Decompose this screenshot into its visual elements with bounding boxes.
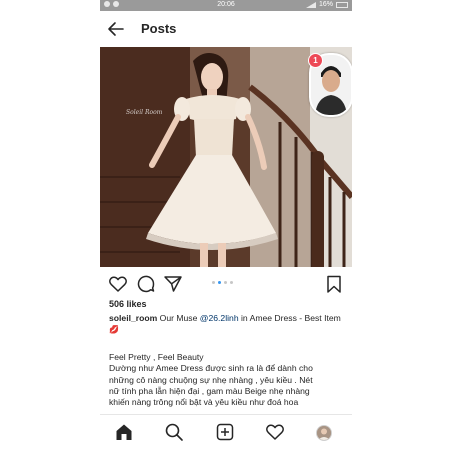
like-count[interactable]: 506 likes xyxy=(109,299,147,309)
description-line: những cô nàng chuộng sự nhẹ nhàng , yêu … xyxy=(109,374,313,385)
bottom-navigation xyxy=(100,414,352,450)
battery-percent: 16% xyxy=(318,1,333,8)
description-line: khiến nàng trông nổi bật và yêu kiều như… xyxy=(109,397,299,408)
battery-icon xyxy=(336,1,348,8)
post-actions-bar xyxy=(100,271,352,297)
photo-watermark: Soleil Room xyxy=(126,109,163,116)
profile-avatar[interactable] xyxy=(316,425,332,441)
search-icon[interactable] xyxy=(164,422,184,442)
page-title: Posts xyxy=(141,21,177,36)
carousel-dot xyxy=(212,281,215,284)
carousel-indicator xyxy=(212,281,233,284)
phone-screen: 20:06 16% Posts Soleil Room 1 506 likes … xyxy=(100,0,352,450)
share-paper-plane-icon[interactable] xyxy=(163,274,183,294)
story-count-badge: 1 xyxy=(308,53,323,68)
status-bar: 20:06 16% xyxy=(100,0,352,11)
like-heart-icon[interactable] xyxy=(108,274,128,294)
profile-avatar-image xyxy=(317,426,331,440)
caption-username[interactable]: soleil_room xyxy=(109,313,157,323)
caption-text: in Amee Dress - Best Item xyxy=(240,313,341,323)
save-bookmark-icon[interactable] xyxy=(324,274,344,294)
caption-text: Our Muse xyxy=(159,313,198,323)
post-description: Feel Pretty , Feel Beauty Dường như Amee… xyxy=(109,352,349,408)
top-bar: Posts xyxy=(100,11,352,48)
back-arrow-icon[interactable] xyxy=(106,19,126,39)
carousel-dot-active xyxy=(218,281,221,284)
home-icon[interactable] xyxy=(114,422,134,442)
carousel-dot xyxy=(230,281,233,284)
activity-heart-icon[interactable] xyxy=(265,422,285,442)
description-line: Dường như Amee Dress được sinh ra là để … xyxy=(109,363,313,374)
description-heading: Feel Pretty , Feel Beauty xyxy=(109,352,204,362)
carousel-dot xyxy=(224,281,227,284)
description-line: nữ tính pha lẫn hiện đại , gam màu Beige… xyxy=(109,385,310,396)
signal-icon xyxy=(305,1,316,8)
caption-mention[interactable]: @26.2linh xyxy=(200,313,239,323)
status-indicators: 16% xyxy=(305,1,348,8)
new-post-plus-icon[interactable] xyxy=(215,422,235,442)
kiss-emoji: 💋 xyxy=(109,325,119,335)
comment-icon[interactable] xyxy=(136,274,156,294)
post-caption: soleil_room Our Muse @26.2linh in Amee D… xyxy=(109,313,347,336)
